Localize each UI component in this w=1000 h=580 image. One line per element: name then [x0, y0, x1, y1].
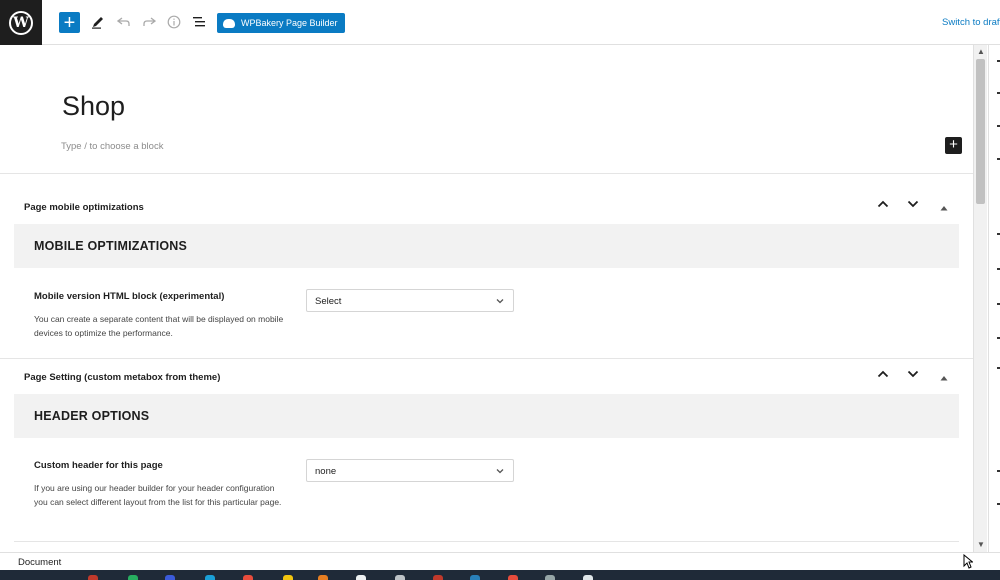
metabox-divider — [0, 173, 973, 174]
os-taskbar — [0, 570, 1000, 580]
pencil-icon[interactable] — [91, 11, 105, 33]
breadcrumb-document[interactable]: Document — [18, 557, 61, 568]
inserter-button[interactable]: + — [945, 137, 962, 154]
taskbar-app-icon[interactable] — [165, 575, 175, 580]
taskbar-app-icon[interactable] — [205, 575, 215, 580]
taskbar-app-icon[interactable] — [508, 575, 518, 580]
block-breadcrumb-bar: Document — [0, 552, 1000, 570]
move-down-icon[interactable] — [907, 368, 919, 382]
taskbar-app-icon[interactable] — [128, 575, 138, 580]
select-value: Select — [315, 296, 342, 307]
field-label-custom-header: Custom header for this page — [34, 460, 163, 471]
section-title-mobile: MOBILE OPTIMIZATIONS — [34, 239, 188, 253]
settings-sidebar-edge — [988, 45, 1000, 552]
chevron-down-icon — [496, 299, 504, 304]
info-icon[interactable] — [167, 11, 181, 33]
taskbar-app-icon[interactable] — [433, 575, 443, 580]
field-desc-mobile-html: You can create a separate content that w… — [34, 314, 284, 338]
wordpress-logo-button[interactable]: W — [0, 0, 42, 45]
editor-canvas: Shop Type / to choose a block + Page mob… — [0, 45, 973, 552]
chevron-down-icon — [496, 469, 504, 474]
taskbar-app-icon[interactable] — [356, 575, 366, 580]
block-placeholder[interactable]: Type / to choose a block — [61, 141, 163, 152]
taskbar-app-icon[interactable] — [545, 575, 555, 580]
scrollbar-thumb[interactable] — [976, 59, 985, 204]
move-up-icon[interactable] — [877, 368, 889, 382]
editor-scrollbar[interactable]: ▲ ▼ — [973, 45, 987, 552]
wpbakery-page-builder-button[interactable]: WPBakery Page Builder — [217, 13, 345, 33]
move-up-icon[interactable] — [877, 198, 889, 212]
field-divider — [14, 541, 959, 542]
taskbar-app-icon[interactable] — [395, 575, 405, 580]
custom-header-select[interactable]: none — [306, 459, 514, 482]
metabox-divider — [0, 358, 973, 359]
editor-toolbar: W + WPBakery Page Builder Switch to draf… — [0, 0, 1000, 45]
taskbar-app-icon[interactable] — [583, 575, 593, 580]
wpbakery-label: WPBakery Page Builder — [241, 18, 338, 28]
add-block-toggle-button[interactable]: + — [59, 12, 80, 33]
section-band-header: HEADER OPTIONS — [14, 394, 959, 438]
taskbar-app-icon[interactable] — [243, 575, 253, 580]
undo-icon[interactable] — [117, 11, 131, 33]
collapse-toggle-icon[interactable] — [940, 370, 948, 384]
section-band-mobile: MOBILE OPTIMIZATIONS — [14, 224, 959, 268]
move-down-icon[interactable] — [907, 198, 919, 212]
scroll-up-icon[interactable]: ▲ — [977, 47, 985, 56]
wordpress-logo-icon: W — [9, 10, 33, 35]
field-label-mobile-html: Mobile version HTML block (experimental) — [34, 291, 225, 302]
page-title[interactable]: Shop — [62, 91, 125, 122]
field-desc-custom-header: If you are using our header builder for … — [34, 483, 282, 507]
mouse-cursor-icon — [963, 554, 973, 569]
wpbakery-cloud-icon — [223, 18, 235, 28]
taskbar-app-icon[interactable] — [283, 575, 293, 580]
mobile-html-block-select[interactable]: Select — [306, 289, 514, 312]
select-value: none — [315, 466, 337, 477]
switch-to-draft-link[interactable]: Switch to draft — [942, 17, 1000, 28]
taskbar-app-icon[interactable] — [318, 575, 328, 580]
section-title-header: HEADER OPTIONS — [34, 409, 150, 423]
metabox-heading-mobile[interactable]: Page mobile optimizations — [24, 202, 144, 213]
list-view-icon[interactable] — [192, 11, 206, 33]
redo-icon[interactable] — [142, 11, 156, 33]
metabox-heading-page-setting[interactable]: Page Setting (custom metabox from theme) — [24, 372, 220, 383]
taskbar-app-icon[interactable] — [88, 575, 98, 580]
taskbar-app-icon[interactable] — [470, 575, 480, 580]
scroll-down-icon[interactable]: ▼ — [977, 540, 985, 549]
collapse-toggle-icon[interactable] — [940, 200, 948, 214]
